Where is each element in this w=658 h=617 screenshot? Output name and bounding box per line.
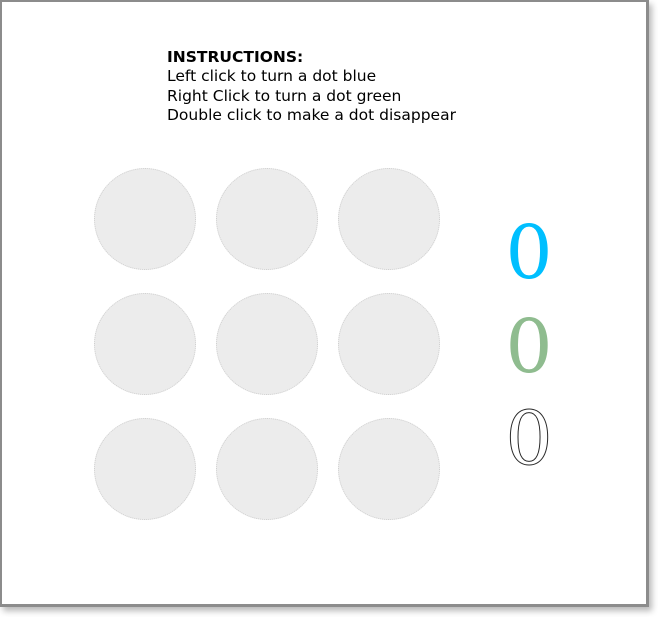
instruction-line-right-click: Right Click to turn a dot green [167,86,402,105]
dot-grid [94,168,442,522]
dot-7[interactable] [94,418,196,520]
dot-6[interactable] [338,293,440,395]
disappeared-count: 0 [505,396,553,482]
dot-4[interactable] [94,293,196,395]
dot-1[interactable] [94,168,196,270]
dot-5[interactable] [216,293,318,395]
dot-3[interactable] [338,168,440,270]
instruction-line-left-click: Left click to turn a dot blue [167,67,377,86]
instruction-line-double-click: Double click to make a dot disappear [167,106,456,125]
dot-2[interactable] [216,168,318,270]
dot-8[interactable] [216,418,318,520]
instructions-panel: INSTRUCTIONS: Left click to turn a dot b… [167,48,456,126]
dot-9[interactable] [338,418,440,520]
blue-count: 0 [505,210,553,296]
instructions-heading: INSTRUCTIONS: [167,48,304,66]
green-count: 0 [505,304,553,390]
game-window: INSTRUCTIONS: Left click to turn a dot b… [0,0,649,607]
